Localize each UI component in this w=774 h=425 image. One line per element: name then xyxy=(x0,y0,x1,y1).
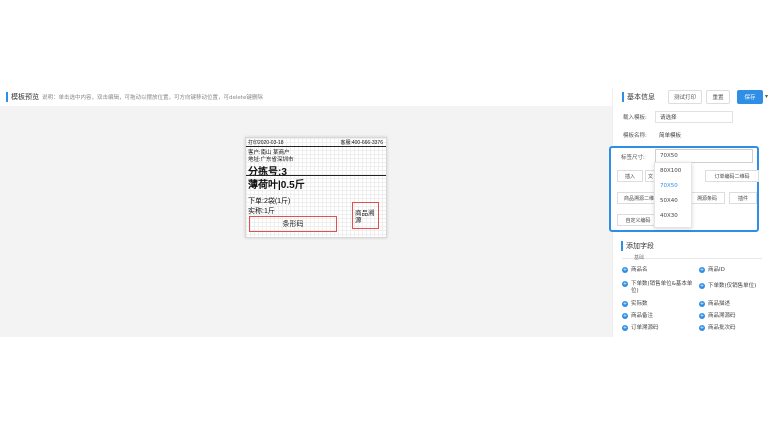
plugin-button[interactable]: 插件 xyxy=(729,192,757,204)
field-item[interactable]: + 订单溯源码 xyxy=(622,325,696,332)
field-item[interactable]: + 商品描述 xyxy=(699,301,771,308)
size-option[interactable]: 70X50 xyxy=(660,183,678,189)
import-template-select[interactable]: 请选择 xyxy=(655,111,733,123)
size-select[interactable]: 70X50 xyxy=(655,149,753,163)
field-label: 商品ID xyxy=(708,267,725,273)
field-label: 商品名 xyxy=(631,267,648,273)
field-item[interactable]: + 商品备注 xyxy=(622,313,696,320)
plus-icon: + xyxy=(699,325,705,331)
plus-icon: + xyxy=(622,325,628,331)
plus-icon: + xyxy=(622,281,628,287)
plus-icon: + xyxy=(622,313,628,319)
reset-button[interactable]: 重置 xyxy=(706,90,730,104)
label-product[interactable]: 薄荷叶|0.5斤 xyxy=(248,176,384,191)
field-item[interactable]: + 商品溯源码 xyxy=(699,313,771,320)
preview-title: 模板预览 xyxy=(11,93,39,101)
field-label: 商品溯源码 xyxy=(708,313,736,319)
preview-hint: 说明：单击选中内容，双击编辑，可拖动以摆放位置，可方向键移动位置，可delete… xyxy=(42,95,263,101)
accent-bar xyxy=(621,241,623,251)
field-item[interactable]: + 实际数 xyxy=(622,301,696,308)
label-trace-code[interactable]: 商品溯源 xyxy=(352,202,379,229)
field-item[interactable]: + 下单数(销售单位&基本单位) xyxy=(622,281,696,295)
test-print-button[interactable]: 测试打印 xyxy=(668,90,702,104)
import-template-row: 载入模板: 请选择 xyxy=(623,111,733,123)
accent-bar xyxy=(6,92,8,102)
size-dropdown: 80X100 70X50 50X40 40X30 xyxy=(654,162,692,228)
add-fields-title: 添加字段 xyxy=(626,242,654,250)
field-label: 下单数(仅销售单位) xyxy=(708,283,757,289)
label-divider xyxy=(246,146,386,147)
template-name-row: 模板名称: 简单模板 xyxy=(623,129,733,141)
field-label: 商品备注 xyxy=(631,313,654,319)
template-name-label: 模板名称: xyxy=(623,133,647,139)
insert-button[interactable]: 插入 xyxy=(617,170,643,182)
size-option[interactable]: 80X100 xyxy=(660,168,681,174)
panel-title: 基本信息 xyxy=(627,93,655,101)
accent-bar xyxy=(622,92,624,102)
plus-icon: + xyxy=(622,267,628,273)
import-template-label: 载入模板: xyxy=(623,115,647,121)
field-label: 下单数(销售单位&基本单位) xyxy=(631,281,693,294)
field-item[interactable]: + 商品名 xyxy=(622,267,696,274)
plus-icon: + xyxy=(622,301,628,307)
label-address[interactable]: 地址:广东省深圳市 xyxy=(248,155,384,163)
plus-icon: + xyxy=(699,301,705,307)
field-label: 订单溯源码 xyxy=(631,325,659,331)
label-service-phone[interactable]: 客服:400-666-3376 xyxy=(340,139,383,146)
label-preview[interactable]: 打印2020-03-18 客服:400-666-3376 客户:南山 某商户 地… xyxy=(245,137,387,238)
label-barcode[interactable]: 条形码 xyxy=(249,216,337,232)
plus-icon: + xyxy=(699,313,705,319)
field-label: 商品描述 xyxy=(708,301,731,307)
group-label: 基础 xyxy=(634,255,645,261)
preview-header: 模板预览 说明：单击选中内容，双击编辑，可拖动以摆放位置，可方向键移动位置，可d… xyxy=(0,88,612,106)
add-fields-header: 添加字段 xyxy=(612,238,774,254)
template-name-value[interactable]: 简单模板 xyxy=(655,129,733,141)
plus-icon: + xyxy=(699,267,705,273)
trace-barcode-button[interactable]: 溯源条码 xyxy=(689,192,725,204)
field-item[interactable]: + 商品ID xyxy=(699,267,771,274)
custom-code-button[interactable]: 自定义编码 xyxy=(617,214,659,226)
size-option[interactable]: 40X30 xyxy=(660,213,678,219)
chevron-down-icon[interactable]: ▾ xyxy=(765,93,768,100)
field-label: 实际数 xyxy=(631,301,648,307)
size-option[interactable]: 50X40 xyxy=(660,198,678,204)
field-item[interactable]: + 商品批次码 xyxy=(699,325,771,332)
template-editor: 模板预览 说明：单击选中内容，双击编辑，可拖动以摆放位置，可方向键移动位置，可d… xyxy=(0,0,774,425)
save-button[interactable]: 保存 xyxy=(737,90,763,104)
order-qrcode-button[interactable]: 订单编码二维码 xyxy=(705,170,759,182)
field-label: 商品批次码 xyxy=(708,325,736,331)
field-item[interactable]: + 下单数(仅销售单位) xyxy=(699,283,771,290)
plus-icon: + xyxy=(699,283,705,289)
size-label: 标签尺寸: xyxy=(621,155,645,161)
